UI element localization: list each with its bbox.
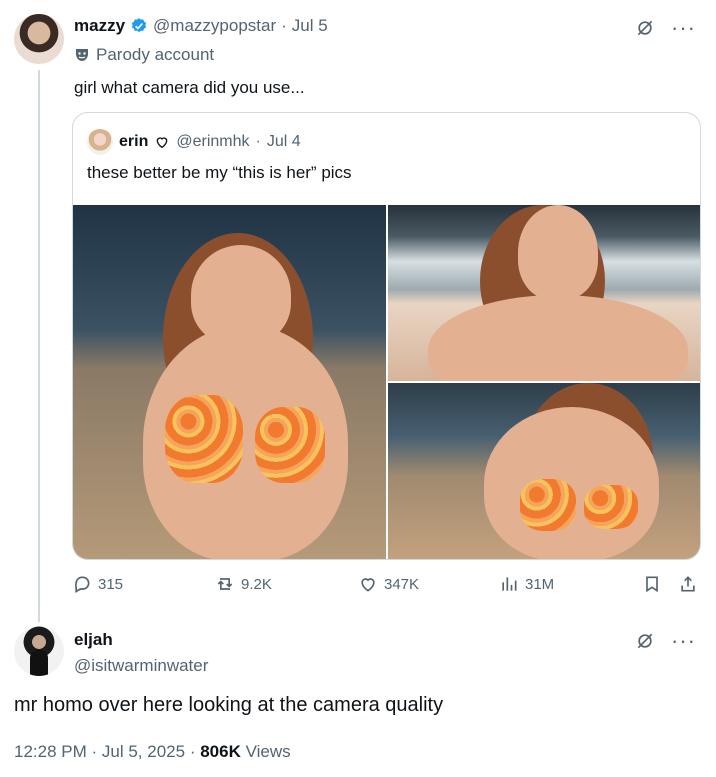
reply-time[interactable]: 12:28 PM bbox=[14, 742, 87, 761]
heart-outline-icon bbox=[157, 137, 168, 149]
post-actions: 315 9.2K 347K 31M bbox=[72, 574, 701, 598]
separator-dot: · bbox=[91, 742, 102, 761]
swimsuit-right bbox=[255, 407, 325, 483]
thread-line bbox=[38, 70, 40, 622]
swimsuit-right bbox=[584, 485, 638, 529]
mask-icon bbox=[76, 49, 88, 61]
author-name[interactable]: mazzy bbox=[74, 16, 125, 36]
swimsuit-left bbox=[165, 395, 243, 483]
grok-icon[interactable] bbox=[635, 631, 655, 651]
reply-button[interactable]: 315 bbox=[72, 574, 123, 594]
share-icon bbox=[681, 576, 695, 592]
reply-count: 315 bbox=[98, 575, 124, 593]
bookmark-button[interactable] bbox=[642, 574, 662, 594]
swimsuit-left bbox=[520, 479, 576, 531]
shoulder-shape bbox=[428, 295, 688, 381]
retweet-icon bbox=[217, 578, 233, 590]
more-icon[interactable]: ··· bbox=[671, 17, 696, 39]
like-button[interactable]: 347K bbox=[358, 574, 419, 594]
quote-text: these better be my “this is her” pics bbox=[87, 163, 352, 182]
views-count: 31M bbox=[525, 575, 555, 593]
reply-header: eljah bbox=[74, 630, 113, 650]
separator-dot: · bbox=[255, 133, 261, 150]
reply-views-label: Views bbox=[245, 742, 291, 761]
photo-top-right[interactable] bbox=[388, 205, 700, 381]
heart-icon bbox=[361, 578, 375, 592]
quote-author-handle[interactable]: @erinmhk bbox=[176, 133, 249, 151]
quote-date[interactable]: Jul 4 bbox=[267, 133, 301, 151]
separator-dot: · bbox=[189, 742, 201, 761]
photo-large[interactable] bbox=[73, 205, 386, 559]
retweet-count: 9.2K bbox=[241, 575, 272, 593]
author-handle[interactable]: @mazzypopstar bbox=[153, 16, 276, 36]
post-date[interactable]: Jul 5 bbox=[292, 16, 328, 36]
reply-author-handle[interactable]: @isitwarminwater bbox=[74, 656, 208, 676]
body-shape bbox=[484, 407, 659, 559]
verified-badge-icon bbox=[131, 18, 147, 33]
photo-bottom-right[interactable] bbox=[388, 383, 700, 559]
quote-avatar[interactable] bbox=[87, 129, 113, 155]
media-grid bbox=[73, 205, 700, 559]
quote-author-name[interactable]: erin bbox=[119, 133, 148, 151]
reply-author-name[interactable]: eljah bbox=[74, 630, 113, 650]
more-icon[interactable]: ··· bbox=[671, 630, 696, 652]
bookmark-icon bbox=[646, 576, 658, 593]
retweet-button[interactable]: 9.2K bbox=[215, 574, 272, 594]
quote-header: erin @erinmhk · Jul 4 bbox=[87, 129, 301, 155]
parody-label: Parody account bbox=[74, 45, 214, 65]
mazzy-avatar[interactable] bbox=[14, 14, 64, 64]
grok-icon[interactable] bbox=[635, 18, 655, 38]
reply-timestamp: 12:28 PM · Jul 5, 2025 · 806K Views bbox=[14, 742, 291, 762]
reply-top-actions: ··· bbox=[635, 630, 696, 652]
share-button[interactable] bbox=[678, 574, 698, 594]
post-top-actions: ··· bbox=[635, 17, 696, 39]
reply-views-count: 806K bbox=[200, 742, 241, 761]
views-button[interactable]: 31M bbox=[499, 574, 554, 594]
reply-date[interactable]: Jul 5, 2025 bbox=[102, 742, 185, 761]
like-count: 347K bbox=[384, 575, 420, 593]
eljah-avatar[interactable] bbox=[14, 626, 64, 676]
reply-icon bbox=[74, 576, 90, 593]
views-icon bbox=[502, 577, 517, 591]
post-header: mazzy @mazzypopstar · Jul 5 bbox=[74, 16, 328, 36]
post-text: girl what camera did you use... bbox=[74, 78, 305, 97]
quoted-post-card[interactable]: erin @erinmhk · Jul 4 these better be my… bbox=[72, 112, 701, 560]
face-shape bbox=[518, 205, 598, 300]
reply-text: mr homo over here looking at the camera … bbox=[14, 694, 444, 716]
separator-dot: · bbox=[281, 16, 287, 35]
parody-text: Parody account bbox=[96, 45, 215, 64]
